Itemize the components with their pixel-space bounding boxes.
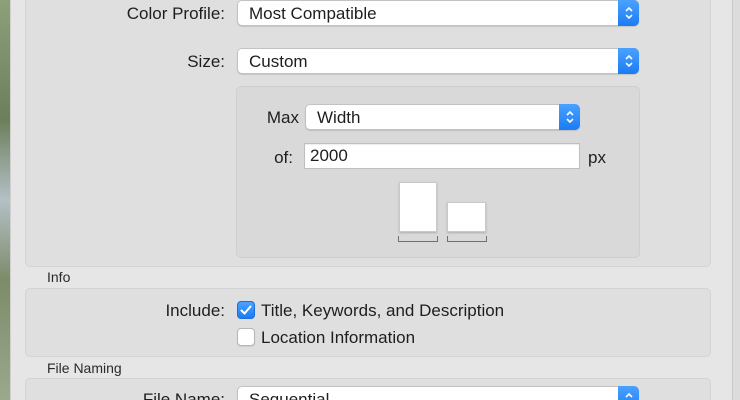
color-profile-label: Color Profile: [126,4,225,23]
location-info-label: Location Information [261,328,416,347]
landscape-icon[interactable] [447,202,486,232]
window-edge [732,0,740,400]
location-info-checkbox[interactable] [237,328,255,346]
title-keywords-checkbox[interactable] [237,301,255,319]
include-label: Include: [165,301,225,320]
portrait-indicator [398,236,438,242]
landscape-indicator [447,236,487,242]
title-keywords-label: Title, Keywords, and Description [261,301,505,320]
max-size-field[interactable] [304,143,580,169]
color-profile-value: Most Compatible [249,4,377,23]
size-value: Custom [249,52,308,71]
updown-arrows-icon [618,0,639,26]
checkmark-icon [240,305,252,315]
max-dimension-value: Width [317,108,361,127]
max-label: Max [266,108,299,127]
info-section-title: Info [47,269,71,285]
file-name-label: File Name: [142,390,225,400]
size-label: Size: [187,52,225,71]
updown-arrows-icon [559,104,580,130]
file-name-popup[interactable]: Sequential [237,386,639,400]
file-name-value: Sequential [249,390,330,400]
updown-arrows-icon [618,386,639,400]
max-size-input[interactable] [310,146,570,166]
color-profile-popup[interactable]: Most Compatible [237,0,639,26]
max-dimension-popup[interactable]: Width [305,104,580,130]
unit-label: px [588,148,606,167]
portrait-icon[interactable] [399,182,437,232]
background-photo-strip [0,0,10,400]
size-popup[interactable]: Custom [237,48,639,74]
file-naming-section-title: File Naming [47,360,122,376]
of-label: of: [274,148,293,167]
updown-arrows-icon [618,48,639,74]
